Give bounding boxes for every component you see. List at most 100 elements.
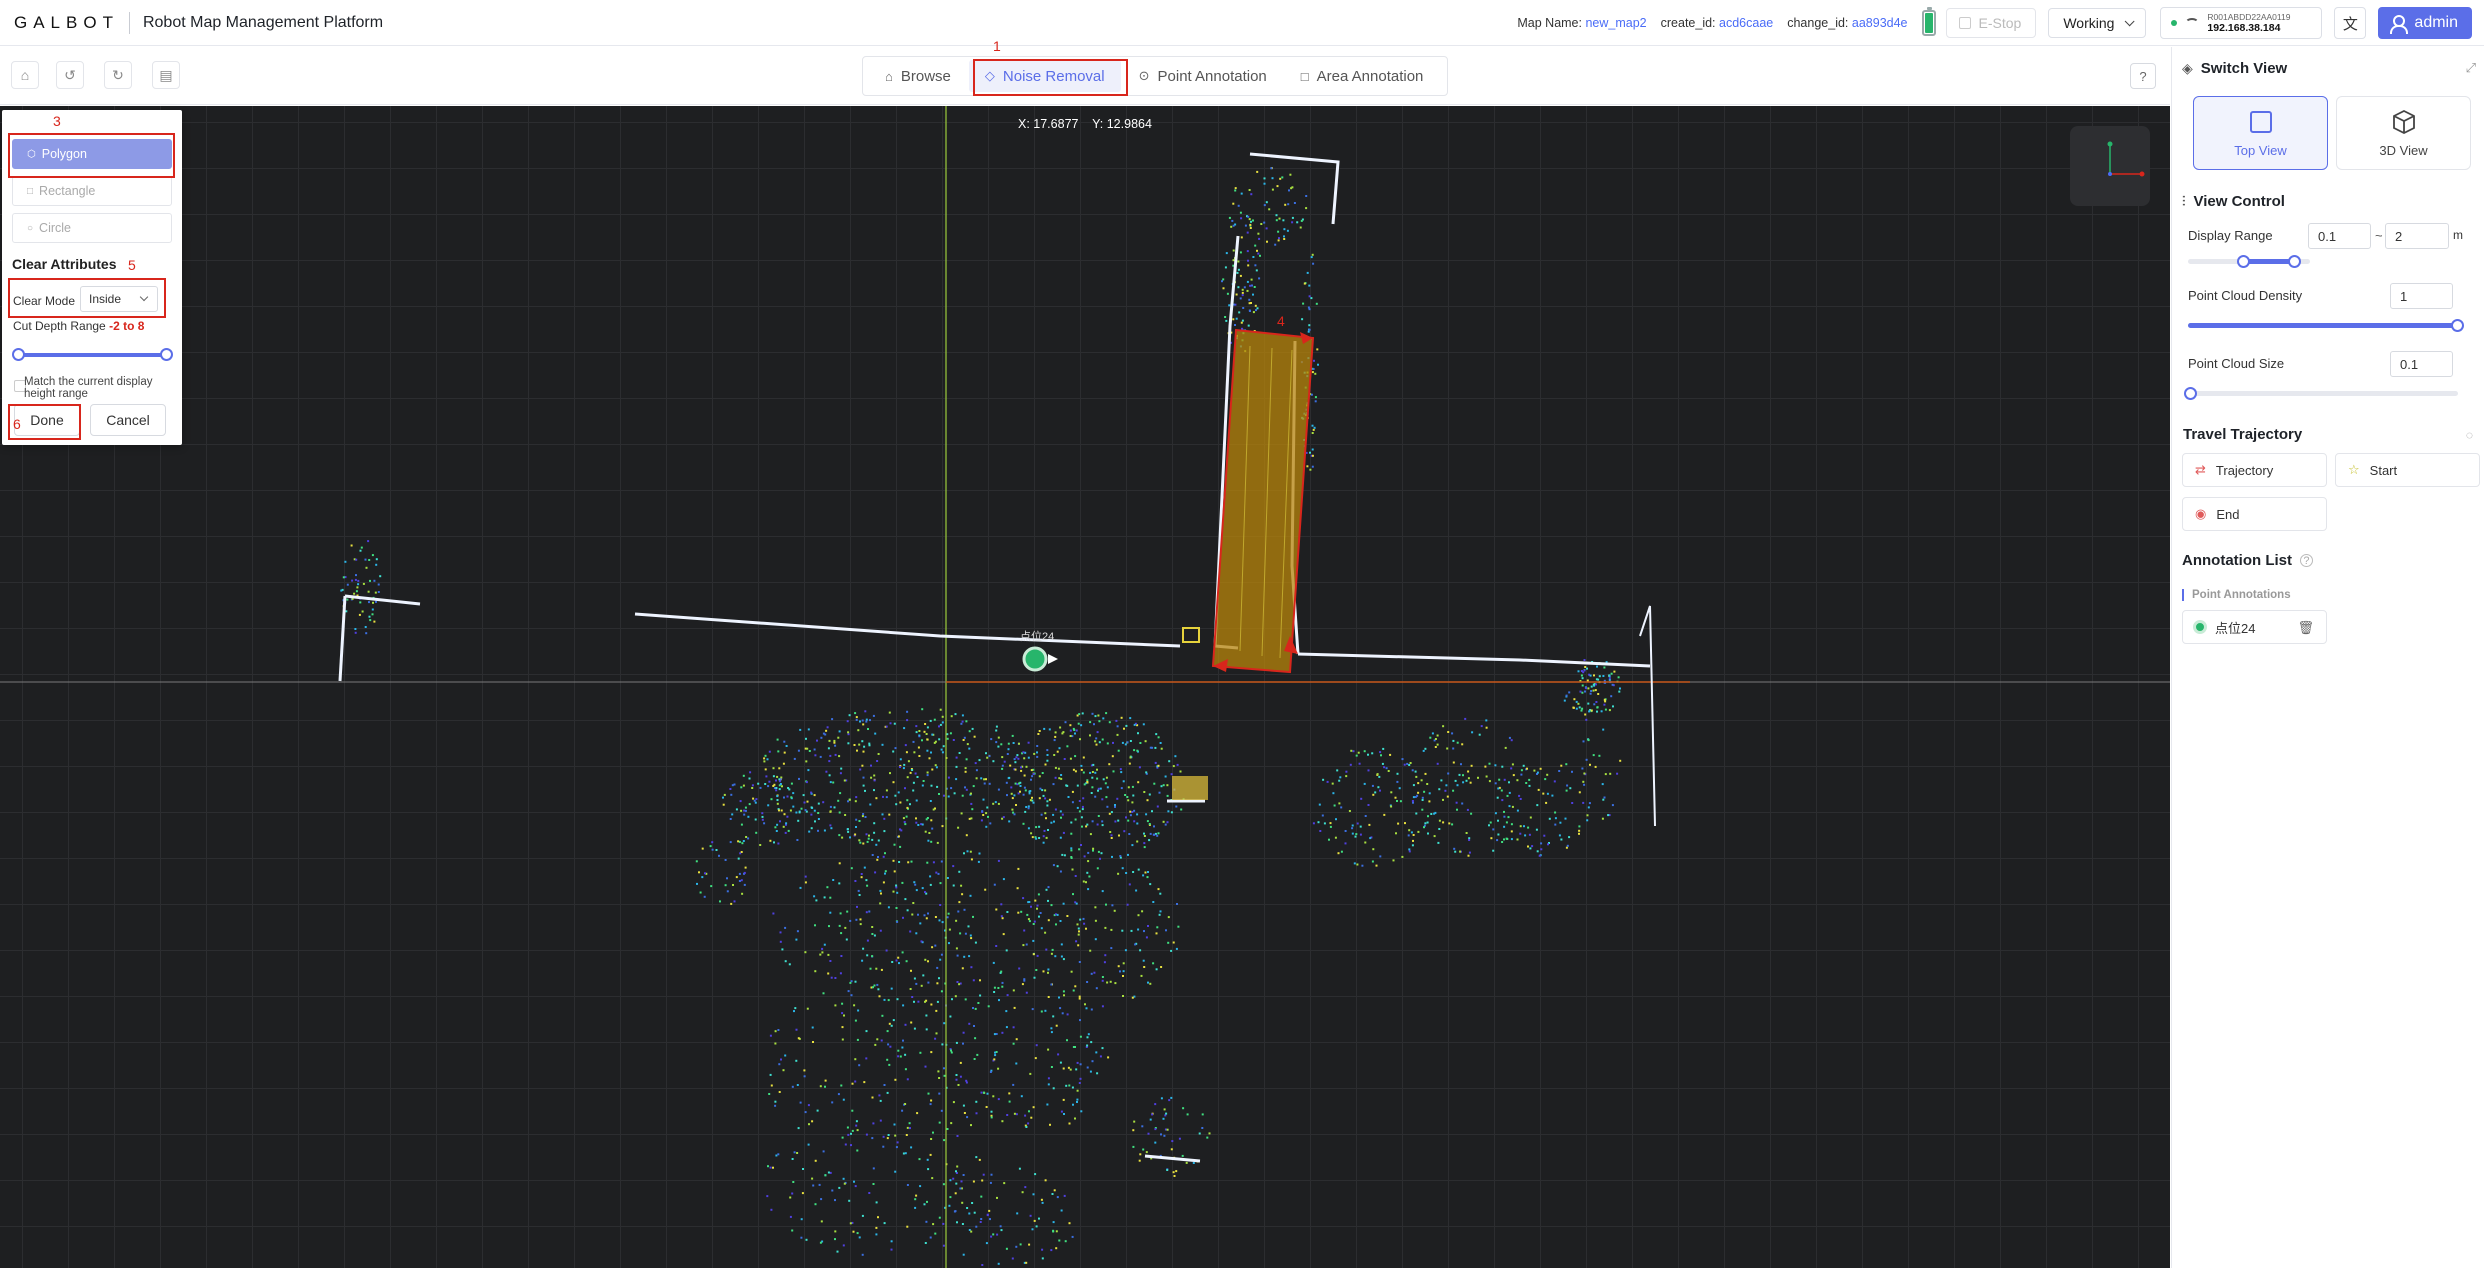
trash-icon[interactable]: 🗑: [2297, 620, 2314, 636]
point-cloud-dot: [804, 875, 807, 878]
point-cloud-dot: [1062, 1098, 1065, 1101]
point-cloud-dot: [888, 1022, 891, 1025]
display-range-min-input[interactable]: 0.1: [2308, 223, 2371, 249]
point-cloud-dot: [1062, 958, 1065, 961]
end-toggle[interactable]: ◉ End: [2182, 497, 2327, 531]
point-cloud-dot: [871, 854, 874, 856]
point-cloud-dot: [1312, 368, 1315, 370]
display-range-max-input[interactable]: 2: [2385, 223, 2449, 249]
density-handle[interactable]: [2451, 319, 2464, 332]
point-cloud-dot: [826, 726, 829, 729]
point-cloud-dot: [748, 803, 751, 806]
point-annotation-marker[interactable]: [1022, 646, 1048, 672]
help-icon[interactable]: ?: [2299, 554, 2313, 567]
3d-view-button[interactable]: 3D View: [2336, 96, 2471, 170]
top-view-button[interactable]: Top View: [2193, 96, 2328, 170]
point-cloud-dot: [1255, 309, 1257, 312]
cut-depth-slider-track[interactable]: [18, 353, 168, 357]
shape-rectangle-button[interactable]: □ Rectangle: [12, 176, 172, 206]
point-cloud-dot: [1172, 941, 1175, 944]
eye-off-icon[interactable]: ◌: [2466, 428, 2473, 442]
point-cloud-dot: [1101, 976, 1104, 978]
status-select[interactable]: Working: [2048, 8, 2147, 38]
point-cloud-dot: [1232, 249, 1235, 252]
point-cloud-dot: [1023, 929, 1026, 932]
point-cloud-dot: [1408, 848, 1411, 851]
density-input[interactable]: 1: [2390, 283, 2453, 309]
clear-mode-select[interactable]: Inside: [80, 286, 158, 312]
size-input[interactable]: 0.1: [2390, 351, 2453, 377]
point-cloud-dot: [924, 1242, 927, 1244]
save-icon[interactable]: ▤: [152, 61, 180, 89]
expand-icon[interactable]: ⤢: [2466, 60, 2476, 76]
point-cloud-dot: [992, 760, 995, 763]
point-cloud-dot: [1168, 1099, 1171, 1102]
point-cloud-dot: [1554, 811, 1557, 814]
point-cloud-dot: [795, 1059, 798, 1062]
annotation-list-item[interactable]: 点位24 🗑: [2182, 610, 2327, 644]
point-cloud-dot: [1198, 1132, 1201, 1135]
tab-area-annotation[interactable]: □ Area Annotation: [1285, 60, 1440, 92]
size-slider[interactable]: [2188, 391, 2458, 396]
point-cloud-dot: [1033, 976, 1036, 979]
size-handle[interactable]: [2184, 387, 2197, 400]
point-cloud-dot: [1160, 785, 1163, 788]
point-cloud-dot: [1077, 722, 1080, 725]
point-cloud-dot: [1287, 203, 1290, 206]
point-cloud-dot: [955, 778, 958, 781]
tab-noise-removal[interactable]: ◇ Noise Removal: [968, 60, 1121, 92]
point-cloud-dot: [840, 1084, 843, 1087]
point-cloud-dot: [1258, 237, 1261, 240]
point-cloud-dot: [1050, 1249, 1053, 1252]
done-button[interactable]: Done: [14, 404, 80, 436]
point-cloud-dot: [961, 893, 964, 896]
point-cloud-dot: [1082, 880, 1085, 883]
point-cloud-dot: [882, 881, 885, 884]
display-range-min-handle[interactable]: [2237, 255, 2250, 268]
point-cloud-dot: [1075, 1068, 1078, 1071]
point-cloud-dot: [1424, 747, 1427, 750]
point-cloud-dot: [894, 794, 897, 797]
redo-icon[interactable]: ↻: [104, 61, 132, 89]
shape-polygon-button[interactable]: ⬡ Polygon: [12, 139, 172, 169]
point-cloud-dot: [898, 861, 901, 863]
translate-icon[interactable]: 文: [2334, 7, 2367, 39]
point-cloud-dot: [1173, 1175, 1176, 1177]
axis-gizmo[interactable]: [2070, 126, 2150, 206]
map-canvas[interactable]: 点位24 X: 17.6877 Y: 12.9864: [0, 106, 2170, 1268]
trajectory-toggle[interactable]: ⇄ Trajectory: [2182, 453, 2327, 487]
display-range-max-handle[interactable]: [2288, 255, 2301, 268]
cut-depth-max-handle[interactable]: [160, 348, 173, 361]
coord-y: Y: 12.9864: [1092, 117, 1152, 131]
user-menu-button[interactable]: admin: [2378, 7, 2472, 39]
point-cloud-dot: [1340, 806, 1343, 809]
point-cloud-dot: [733, 900, 736, 903]
point-cloud-dot: [1030, 905, 1032, 908]
point-cloud-dot: [1349, 763, 1352, 766]
point-cloud-dot: [1410, 831, 1413, 834]
shape-circle-button[interactable]: ○ Circle: [12, 213, 172, 243]
point-cloud-dot: [1051, 948, 1054, 951]
undo-icon[interactable]: ↺: [56, 61, 84, 89]
tab-browse[interactable]: ⌂ Browse: [869, 60, 967, 92]
home-icon[interactable]: ⌂: [11, 61, 39, 89]
point-cloud-dot: [1120, 716, 1123, 719]
start-toggle[interactable]: ☆ Start: [2335, 453, 2480, 487]
help-icon[interactable]: ?: [2130, 63, 2156, 89]
point-cloud-dot: [1092, 849, 1094, 852]
density-slider[interactable]: [2188, 323, 2458, 328]
cancel-button[interactable]: Cancel: [90, 404, 166, 436]
point-cloud-dot: [869, 967, 872, 970]
cut-depth-min-handle[interactable]: [12, 348, 25, 361]
point-cloud-dot: [1221, 280, 1223, 283]
point-cloud-dot: [1055, 1230, 1058, 1233]
point-cloud-dot: [361, 610, 364, 613]
point-cloud-dot: [379, 575, 382, 578]
estop-button[interactable]: E-Stop: [1945, 8, 2037, 38]
point-cloud-dot: [1147, 981, 1149, 984]
point-cloud-dot: [963, 852, 965, 855]
point-cloud-dot: [813, 794, 816, 797]
robot-connection[interactable]: R001ABDD22AA0119 192.168.38.184: [2160, 7, 2323, 39]
point-cloud-dot: [1458, 773, 1461, 776]
tab-point-annotation[interactable]: ⊙ Point Annotation: [1123, 60, 1283, 92]
